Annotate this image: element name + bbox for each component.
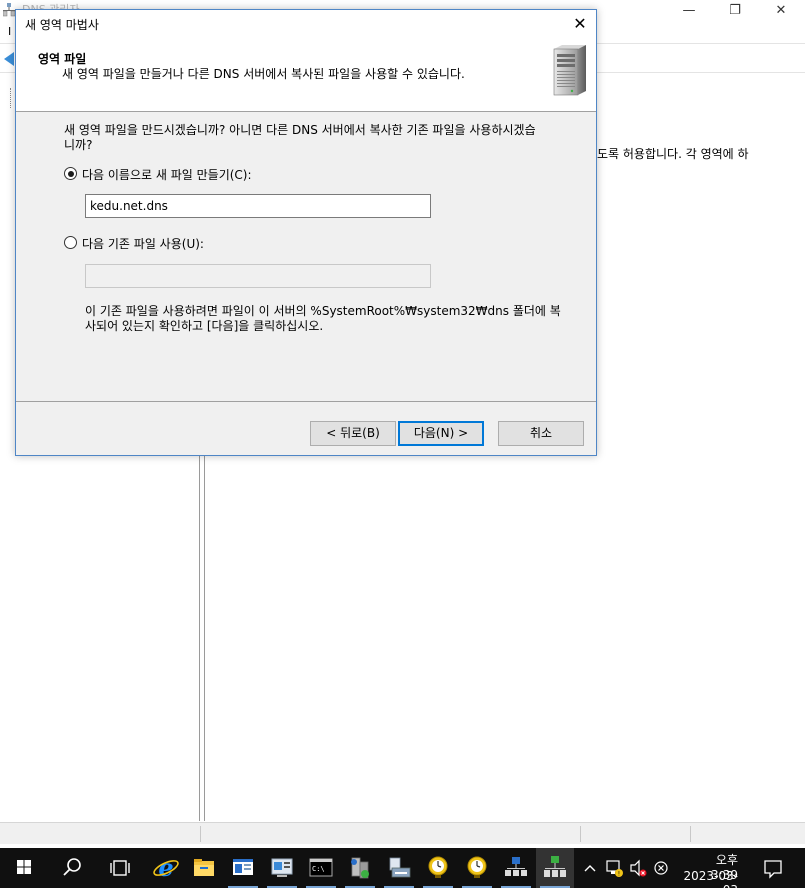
svg-text:!: ! (618, 871, 620, 878)
details-description-text: 도록 허용합니다. 각 영역에 하 (597, 147, 749, 161)
close-button[interactable]: ✕ (564, 10, 596, 38)
volume-muted-icon[interactable] (626, 848, 650, 888)
dialog-title-bar: 새 영역 마법사 ✕ (16, 10, 596, 38)
dns-manager-icon[interactable] (341, 848, 379, 888)
next-button[interactable]: 다음(N) > (398, 421, 484, 446)
status-separator (580, 826, 581, 842)
print-management-icon[interactable] (380, 848, 418, 888)
status-bar (0, 822, 805, 844)
use-existing-file-label[interactable]: 다음 기존 파일 사용(U): (82, 235, 204, 252)
network-icon[interactable] (497, 848, 535, 888)
taskbar: e C:\ ! 오후 3:39 2023-03- (0, 848, 805, 888)
existing-file-name-input (85, 264, 431, 288)
existing-file-note: 이 기존 파일을 사용하려면 파일이 이 서버의 %SystemRoot%₩sy… (85, 304, 561, 333)
computer-management-icon[interactable] (263, 848, 301, 888)
svg-text:e: e (158, 853, 173, 882)
dns-manager-icon[interactable] (536, 848, 574, 888)
status-separator (200, 826, 201, 842)
scheduler-icon[interactable] (458, 848, 496, 888)
page-subtitle: 새 영역 파일을 만들거나 다른 DNS 서버에서 복사된 파일을 사용할 수 … (62, 67, 465, 81)
wizard-header: 영역 파일 새 영역 파일을 만들거나 다른 DNS 서버에서 복사된 파일을 … (16, 38, 596, 112)
windows-start-icon[interactable] (2, 848, 46, 888)
file-explorer-icon[interactable] (185, 848, 223, 888)
divider (16, 401, 596, 402)
svg-text:C:\: C:\ (312, 865, 325, 873)
use-existing-file-radio[interactable] (64, 236, 77, 249)
new-zone-wizard-dialog: 새 영역 마법사 ✕ 영역 파일 새 영역 파일을 만들거나 다른 DNS 서버… (15, 9, 597, 456)
minimize-button[interactable]: — (666, 0, 712, 22)
chevron-up-icon[interactable] (580, 848, 600, 888)
menu-item-file[interactable]: I (8, 25, 11, 38)
network-status-icon[interactable]: ! (602, 848, 626, 888)
search-icon[interactable] (52, 848, 92, 888)
clock-date[interactable]: 2023-03-03 (672, 869, 738, 888)
internet-explorer-icon[interactable]: e (147, 848, 185, 888)
notification-icon[interactable] (758, 848, 788, 888)
create-new-file-radio[interactable] (64, 167, 77, 180)
new-file-name-input[interactable]: kedu.net.dns (85, 194, 431, 218)
server-icon (553, 45, 586, 96)
create-new-file-label[interactable]: 다음 이름으로 새 파일 만들기(C): (82, 166, 252, 183)
close-button[interactable]: ✕ (758, 0, 804, 22)
dialog-title: 새 영역 마법사 (25, 18, 99, 32)
dns-manager-icon (3, 3, 15, 17)
scheduler-icon[interactable] (419, 848, 457, 888)
task-view-icon[interactable] (100, 848, 140, 888)
back-button[interactable]: < 뒤로(B) (310, 421, 396, 446)
wizard-question: 새 영역 파일을 만드시겠습니까? 아니면 다른 DNS 서버에서 복사한 기존… (64, 123, 536, 152)
status-separator (690, 826, 691, 842)
cancel-button[interactable]: 취소 (498, 421, 584, 446)
server-manager-icon[interactable] (224, 848, 262, 888)
back-arrow-icon[interactable] (4, 52, 14, 66)
command-prompt-icon[interactable]: C:\ (302, 848, 340, 888)
close-circle-icon[interactable] (650, 848, 672, 888)
maximize-button[interactable]: ❐ (712, 0, 758, 22)
